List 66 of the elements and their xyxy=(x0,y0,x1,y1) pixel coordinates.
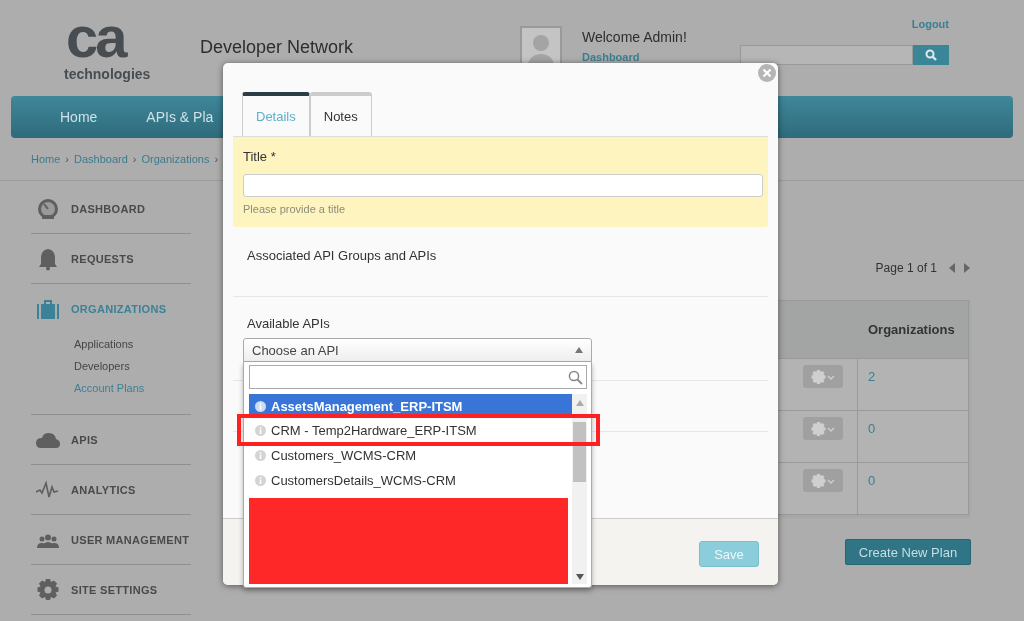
sidebar-subitem[interactable]: Account Plans xyxy=(74,377,145,399)
gear-icon xyxy=(811,473,835,488)
info-icon xyxy=(255,425,266,436)
table-cell[interactable]: 2 xyxy=(868,369,876,384)
actions-button[interactable] xyxy=(803,365,843,388)
info-icon xyxy=(255,400,266,412)
info-icon xyxy=(255,450,266,461)
close-icon[interactable] xyxy=(758,64,776,82)
table-cell[interactable]: 0 xyxy=(868,421,876,436)
actions-button[interactable] xyxy=(803,417,843,440)
search-icon xyxy=(925,49,937,61)
info-icon xyxy=(255,475,266,486)
dropdown-option[interactable]: CustomersDetails_WCMS-CRM xyxy=(249,468,572,493)
gear-icon xyxy=(36,577,60,602)
previous-page-icon[interactable] xyxy=(948,263,956,273)
breadcrumb-separator: › xyxy=(214,153,219,165)
breadcrumb-link[interactable]: Organizations xyxy=(141,153,210,165)
sidebar-item[interactable]: SITE SETTINGS xyxy=(71,583,158,596)
breadcrumb-link[interactable]: Dashboard xyxy=(74,153,128,165)
sidebar-subitem[interactable]: Applications xyxy=(74,333,134,355)
gear-icon xyxy=(811,369,835,384)
breadcrumb-separator: › xyxy=(132,153,137,165)
dropdown-search-field[interactable] xyxy=(249,365,587,389)
table-cell[interactable]: 0 xyxy=(868,473,876,488)
actions-button[interactable] xyxy=(803,469,843,492)
pager-text: Page 1 of 1 xyxy=(875,261,937,275)
validation-hint: Please provide a title xyxy=(243,203,346,215)
search-button[interactable] xyxy=(913,45,949,65)
logo-mark: ca xyxy=(66,12,126,62)
dashboard-link[interactable]: Dashboard xyxy=(582,51,640,63)
scrollbar[interactable] xyxy=(572,394,587,584)
site-title: Developer Network xyxy=(200,37,355,58)
welcome-text: Welcome Admin! xyxy=(582,29,687,45)
breadcrumb-link[interactable]: Home xyxy=(31,153,61,165)
gauge-icon xyxy=(36,196,60,221)
dropdown-option[interactable]: CRM - Temp2Hardware_ERP-ITSM xyxy=(249,418,572,443)
field-label: Available APIs xyxy=(247,316,330,331)
sidebar-item[interactable]: DASHBOARD xyxy=(71,202,146,215)
nav-item[interactable]: Home xyxy=(60,109,98,125)
next-page-icon[interactable] xyxy=(963,263,971,273)
logout-link[interactable]: Logout xyxy=(911,18,949,30)
breadcrumb-separator: › xyxy=(65,153,69,165)
tab[interactable]: Details xyxy=(242,92,310,136)
logo-wordmark: technologies xyxy=(64,66,151,82)
sidebar-item[interactable]: APIS xyxy=(71,433,98,446)
search-icon xyxy=(568,369,583,385)
scroll-down-icon[interactable] xyxy=(575,574,584,580)
sidebar-subitem[interactable]: Developers xyxy=(74,355,130,377)
tab[interactable]: Notes xyxy=(309,92,372,136)
caret-icon xyxy=(575,347,583,353)
sidebar-item[interactable]: ANALYTICS xyxy=(71,483,136,496)
sidebar-item[interactable]: ORGANIZATIONS xyxy=(71,302,167,315)
api-select[interactable]: Choose an API xyxy=(243,338,592,362)
search-field[interactable] xyxy=(740,45,913,65)
scroll-up-icon[interactable] xyxy=(575,400,584,406)
column-header: Organizations xyxy=(868,322,955,337)
sidebar-item[interactable]: USER MANAGEMENT xyxy=(71,533,190,546)
nav-item[interactable]: APIs & Pla xyxy=(146,109,214,125)
bell-icon xyxy=(36,246,60,271)
section-heading: Associated API Groups and APIs xyxy=(247,248,437,263)
create-plan-button[interactable]: Create New Plan xyxy=(845,539,971,565)
title-field[interactable] xyxy=(243,174,763,197)
sidebar-item[interactable]: REQUESTS xyxy=(71,252,134,265)
dropdown-option[interactable]: Customers_WCMS-CRM xyxy=(249,443,572,468)
gear-icon xyxy=(811,421,835,436)
title-label: Title * xyxy=(243,149,276,164)
